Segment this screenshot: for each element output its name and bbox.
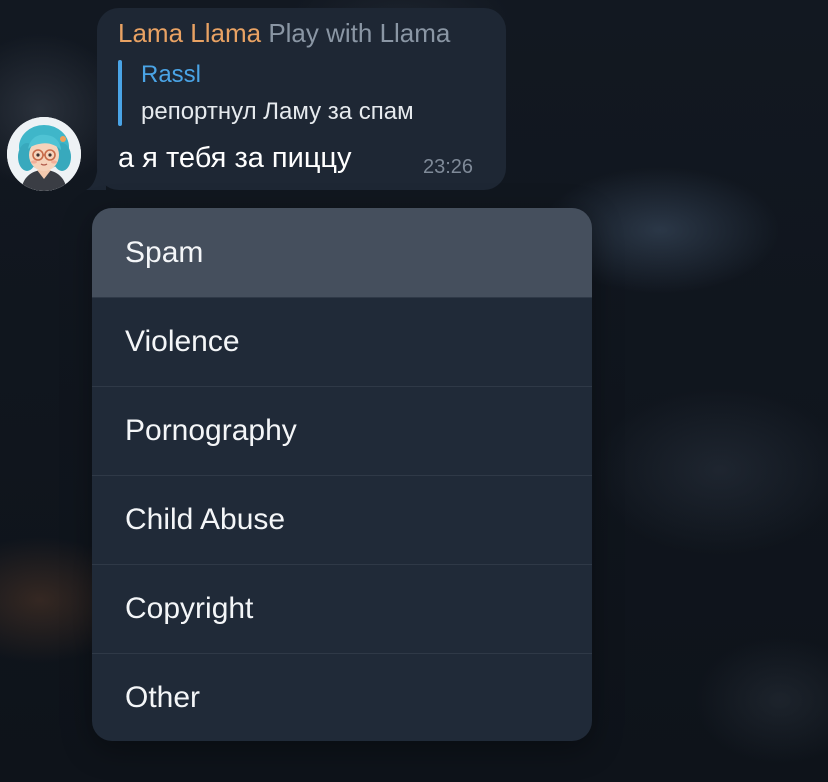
report-reason-menu: Spam Violence Pornography Child Abuse Co… [92,208,592,741]
menu-item-spam[interactable]: Spam [92,208,592,297]
sender-line: Lama Llama Play with Llama [118,18,450,49]
menu-item-pornography[interactable]: Pornography [92,386,592,475]
reply-author[interactable]: Rassl [141,61,201,89]
menu-item-copyright[interactable]: Copyright [92,564,592,653]
menu-item-child-abuse[interactable]: Child Abuse [92,475,592,564]
message-bubble[interactable]: Lama Llama Play with Llama Rassl репортн… [97,8,506,190]
sender-avatar[interactable] [7,117,81,191]
menu-item-other[interactable]: Other [92,653,592,741]
message-text: а я тебя за пиццу [118,142,352,174]
reply-accent-bar [118,60,122,126]
user-avatar-illustration-icon [7,117,81,191]
sender-name[interactable]: Lama Llama [118,18,261,48]
menu-item-violence[interactable]: Violence [92,297,592,386]
message-timestamp: 23:26 [423,156,474,178]
reply-preview-text[interactable]: репортнул Ламу за спам [141,98,414,126]
via-bot-label[interactable]: Play with Llama [268,18,450,48]
